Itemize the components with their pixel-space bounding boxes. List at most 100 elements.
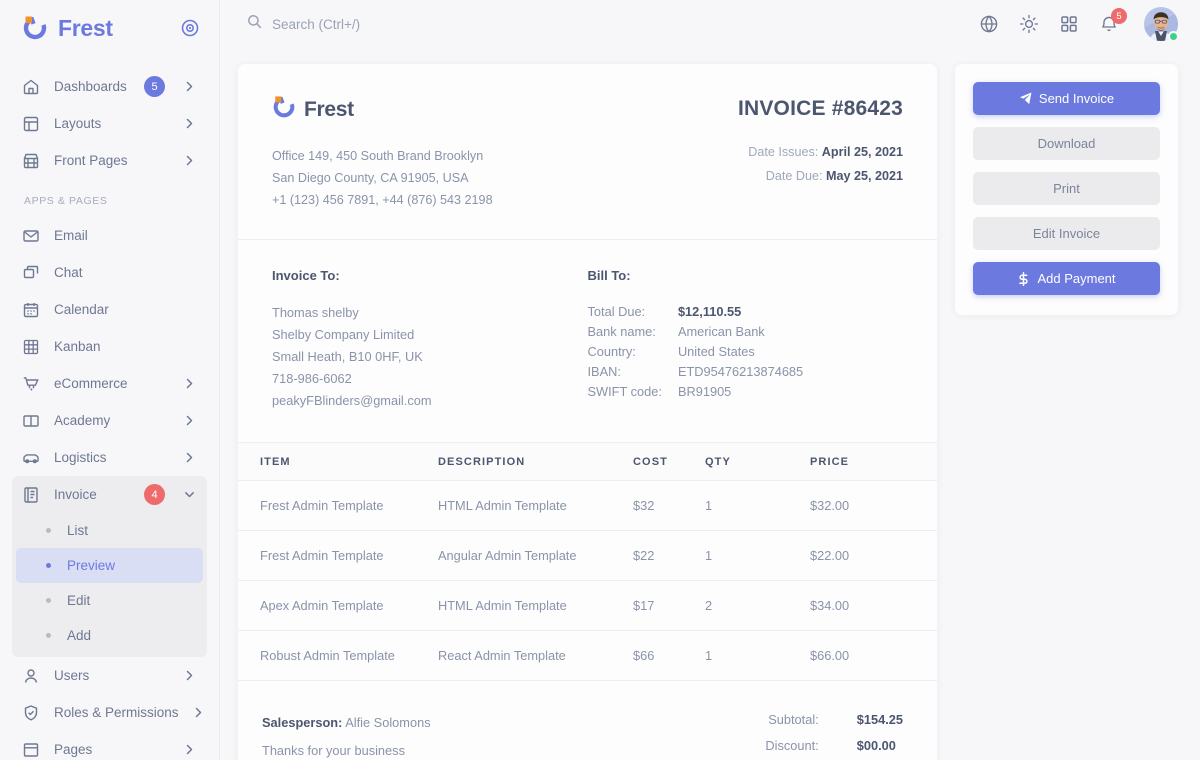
salesperson-row: Salesperson: Alfie Solomons xyxy=(262,709,765,737)
total-key: Subtotal: xyxy=(765,707,856,733)
sidebar-item-pages[interactable]: Pages xyxy=(12,731,207,760)
cell-price: $34.00 xyxy=(810,581,937,631)
bill-to-row: SWIFT code: BR91905 xyxy=(588,382,804,402)
sidebar-item-layouts[interactable]: Layouts xyxy=(12,105,207,142)
print-label: Print xyxy=(1053,181,1080,196)
grid-icon xyxy=(22,338,40,356)
invoice-to-line: Small Heath, B10 0HF, UK xyxy=(272,346,588,368)
sidebar-item-label: Users xyxy=(54,668,169,683)
sidebar-subitem-list[interactable]: List xyxy=(16,513,203,548)
company-address-line: Office 149, 450 South Brand Brooklyn xyxy=(272,145,738,167)
search-icon xyxy=(246,13,263,35)
sidebar-subitem-edit[interactable]: Edit xyxy=(16,583,203,618)
sidebar-item-logistics[interactable]: Logistics xyxy=(12,439,207,476)
sidebar-item-users[interactable]: Users xyxy=(12,657,207,694)
sidebar-subitem-label: Add xyxy=(67,628,91,643)
cell-cost: $17 xyxy=(633,581,705,631)
cell-price: $66.00 xyxy=(810,631,937,681)
sidebar-subitem-add[interactable]: Add xyxy=(16,618,203,653)
salesperson-label: Salesperson: xyxy=(262,715,342,730)
cell-item: Frest Admin Template xyxy=(238,531,438,581)
sidebar-item-ecommerce[interactable]: eCommerce xyxy=(12,365,207,402)
sidebar-item-roles-permissions[interactable]: Roles & Permissions xyxy=(12,694,207,731)
globe-icon[interactable] xyxy=(978,13,1000,35)
bullet-icon xyxy=(46,598,51,603)
bullet-icon xyxy=(46,633,51,638)
cell-cost: $66 xyxy=(633,631,705,681)
date-issued-label: Date Issues: xyxy=(748,145,818,159)
bullet-icon xyxy=(46,563,51,568)
sidebar-item-academy[interactable]: Academy xyxy=(12,402,207,439)
chevron-right-icon xyxy=(193,707,205,718)
bill-to-row: Country: United States xyxy=(588,342,804,362)
bill-to-key: Bank name: xyxy=(588,322,678,342)
sidebar-item-email[interactable]: Email xyxy=(12,217,207,254)
sidebar-item-dashboards[interactable]: Dashboards 5 xyxy=(12,68,207,105)
thanks-note: Thanks for your business xyxy=(262,737,765,760)
cell-qty: 1 xyxy=(705,481,810,531)
print-button[interactable]: Print xyxy=(973,172,1160,205)
sidebar-subitem-label: Edit xyxy=(67,593,90,608)
bill-to-key: Total Due: xyxy=(588,302,678,322)
bill-to-row: Bank name: American Bank xyxy=(588,322,804,342)
chevron-right-icon xyxy=(183,118,195,129)
cell-qty: 2 xyxy=(705,581,810,631)
column-header-item: ITEM xyxy=(238,443,438,481)
send-icon xyxy=(1019,92,1032,105)
cart-icon xyxy=(22,375,40,393)
sidebar-item-label: Kanban xyxy=(54,339,169,354)
search-input[interactable]: Search (Ctrl+/) xyxy=(246,13,360,35)
frest-logo-icon xyxy=(22,15,48,41)
cell-description: HTML Admin Template xyxy=(438,481,633,531)
chevron-right-icon xyxy=(183,452,195,463)
bill-to-block: Bill To: Total Due: $12,110.55 Bank name… xyxy=(588,268,904,412)
bill-to-key: SWIFT code: xyxy=(588,382,678,402)
invoice-to-block: Invoice To: Thomas shelby Shelby Company… xyxy=(272,268,588,412)
cell-cost: $32 xyxy=(633,481,705,531)
search-placeholder: Search (Ctrl+/) xyxy=(272,17,360,32)
apps-grid-icon[interactable] xyxy=(1058,13,1080,35)
target-icon[interactable] xyxy=(179,17,201,39)
sidebar-item-invoice[interactable]: Invoice 4 xyxy=(12,476,207,513)
sidebar-item-front-pages[interactable]: Front Pages xyxy=(12,142,207,179)
sidebar-item-label: Front Pages xyxy=(54,153,169,168)
invoice-header: Frest Office 149, 450 South Brand Brookl… xyxy=(238,64,937,239)
edit-invoice-button[interactable]: Edit Invoice xyxy=(973,217,1160,250)
avatar[interactable] xyxy=(1144,7,1178,41)
totals-rows: Subtotal: $154.25 Discount: $00.00 Tax: … xyxy=(765,707,903,760)
sidebar-subitem-label: List xyxy=(67,523,88,538)
content-area: Frest Office 149, 450 South Brand Brookl… xyxy=(220,48,1200,760)
send-invoice-button[interactable]: Send Invoice xyxy=(973,82,1160,115)
invoice-to-line: Thomas shelby xyxy=(272,302,588,324)
bill-to-row: Total Due: $12,110.55 xyxy=(588,302,804,322)
calendar-icon xyxy=(22,301,40,319)
column-header-cost: COST xyxy=(633,443,705,481)
bell-icon[interactable]: 5 xyxy=(1098,13,1120,35)
sidebar-item-chat[interactable]: Chat xyxy=(12,254,207,291)
chevron-right-icon xyxy=(183,670,195,681)
invoice-icon xyxy=(22,486,40,504)
invoice-logo: Frest xyxy=(272,95,738,124)
sidebar-item-label: Chat xyxy=(54,265,169,280)
invoice-number: INVOICE #86423 xyxy=(738,97,903,121)
sun-icon[interactable] xyxy=(1018,13,1040,35)
sidebar-subitem-preview[interactable]: Preview xyxy=(16,548,203,583)
invoice-logo-name: Frest xyxy=(304,98,354,122)
invoice-meta-block: INVOICE #86423 Date Issues: April 25, 20… xyxy=(738,95,903,211)
total-value: $00.00 xyxy=(857,733,903,759)
download-label: Download xyxy=(1038,136,1096,151)
bill-to-value: American Bank xyxy=(678,322,803,342)
home-icon xyxy=(22,78,40,96)
download-button[interactable]: Download xyxy=(973,127,1160,160)
bill-to-row: IBAN: ETD95476213874685 xyxy=(588,362,804,382)
date-due-value: May 25, 2021 xyxy=(826,169,903,183)
sidebar-item-kanban[interactable]: Kanban xyxy=(12,328,207,365)
sidebar-item-label: Invoice xyxy=(54,487,130,502)
add-payment-button[interactable]: Add Payment xyxy=(973,262,1160,295)
invoice-parties: Invoice To: Thomas shelby Shelby Company… xyxy=(238,240,937,442)
sidebar-item-calendar[interactable]: Calendar xyxy=(12,291,207,328)
invoice-items-table: ITEM DESCRIPTION COST QTY PRICE Frest Ad… xyxy=(238,442,937,681)
sidebar-item-label: Calendar xyxy=(54,302,169,317)
column-header-description: DESCRIPTION xyxy=(438,443,633,481)
total-value: $154.25 xyxy=(857,707,903,733)
